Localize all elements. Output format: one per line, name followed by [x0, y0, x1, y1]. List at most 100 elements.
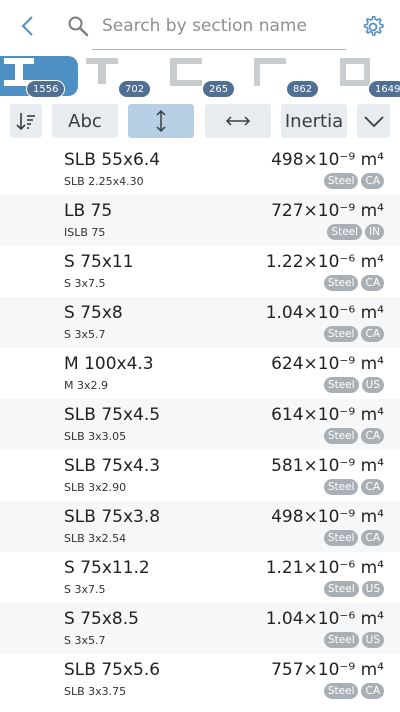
t-section-icon [86, 58, 118, 84]
section-name: SLB 75x4.5 [64, 405, 161, 425]
section-name: SLB 75x4.3 [64, 456, 161, 476]
material-tag: Steel [323, 530, 359, 546]
section-name: SLB 75x3.8 [64, 507, 161, 527]
section-alias: SLB 3x3.75 [64, 685, 127, 698]
material-tag: Steel [323, 428, 359, 444]
list-item[interactable]: S 75x11 S 3x7.5 1.22×10⁻⁶ m⁴ Steel CA [0, 246, 400, 297]
inertia-value: 581×10⁻⁹ m⁴ [271, 456, 384, 476]
back-arrow-icon [21, 16, 33, 36]
section-list: SLB 55x6.4 SLB 2.25x4.30 498×10⁻⁹ m⁴ Ste… [0, 144, 400, 705]
inertia-value: 727×10⁻⁹ m⁴ [271, 201, 384, 221]
inertia-value: 614×10⁻⁹ m⁴ [271, 405, 384, 425]
back-button[interactable] [14, 12, 42, 40]
country-tag: CA [361, 683, 384, 699]
section-alias: S 3x7.5 [64, 277, 106, 290]
sort-toolbar: Abc Inertia [0, 104, 400, 140]
sort-by-name-label: Abc [68, 110, 102, 132]
sort-order-button[interactable] [10, 104, 42, 138]
vertical-arrows-icon [156, 109, 166, 133]
material-tag: Steel [323, 326, 359, 342]
section-alias: S 3x5.7 [64, 634, 106, 647]
country-tag: IN [365, 224, 384, 240]
list-item[interactable]: M 100x4.3 M 3x2.9 624×10⁻⁹ m⁴ Steel US [0, 348, 400, 399]
shape-tab-hollow[interactable]: 1649 [326, 56, 400, 98]
angle-icon [254, 58, 286, 86]
section-alias: S 3x7.5 [64, 583, 106, 596]
country-tag: CA [361, 428, 384, 444]
list-item[interactable]: S 75x11.2 S 3x7.5 1.21×10⁻⁶ m⁴ Steel US [0, 552, 400, 603]
top-bar [0, 0, 400, 56]
inertia-value: 1.21×10⁻⁶ m⁴ [265, 558, 384, 578]
section-name: S 75x8 [64, 303, 123, 323]
shape-count-badge: 1649 [368, 80, 400, 98]
horizontal-axis-toggle[interactable] [205, 104, 271, 138]
section-name: SLB 75x5.6 [64, 660, 161, 680]
shape-count-badge: 265 [202, 80, 236, 98]
material-tag: Steel [324, 632, 359, 648]
property-label: Inertia [284, 110, 344, 132]
section-name: LB 75 [64, 201, 113, 221]
list-item[interactable]: LB 75 ISLB 75 727×10⁻⁹ m⁴ Steel IN [0, 195, 400, 246]
material-tag: Steel [323, 173, 359, 189]
search-underline [92, 49, 346, 50]
country-tag: CA [361, 173, 384, 189]
gear-icon [363, 15, 384, 36]
list-item[interactable]: S 75x8 S 3x5.7 1.04×10⁻⁶ m⁴ Steel CA [0, 297, 400, 348]
shape-tab-channel[interactable]: 265 [160, 56, 238, 98]
list-item[interactable]: SLB 75x4.3 SLB 3x2.90 581×10⁻⁹ m⁴ Steel C… [0, 450, 400, 501]
section-shape-tabs: 1556 702 265 862 1649 [0, 56, 400, 100]
inertia-value: 757×10⁻⁹ m⁴ [271, 660, 384, 680]
shape-count-badge: 1556 [26, 80, 66, 98]
list-item[interactable]: SLB 55x6.4 SLB 2.25x4.30 498×10⁻⁹ m⁴ Ste… [0, 144, 400, 195]
material-tag: Steel [323, 479, 359, 495]
inertia-value: 1.04×10⁻⁶ m⁴ [265, 609, 384, 629]
country-tag: US [361, 632, 384, 648]
shape-tab-angle[interactable]: 862 [244, 56, 322, 98]
section-alias: ISLB 75 [64, 226, 106, 239]
section-alias: SLB 3x3.05 [64, 430, 127, 443]
horizontal-arrows-icon [225, 116, 251, 126]
section-name: M 100x4.3 [64, 354, 154, 374]
material-tag: Steel [324, 581, 359, 597]
settings-button[interactable] [358, 12, 388, 42]
inertia-value: 1.04×10⁻⁶ m⁴ [265, 303, 384, 323]
material-tag: Steel [323, 683, 359, 699]
section-name: S 75x11.2 [64, 558, 150, 578]
channel-icon [170, 58, 202, 86]
country-tag: CA [361, 530, 384, 546]
shape-tab-t-section[interactable]: 702 [80, 56, 158, 98]
section-alias: SLB 2.25x4.30 [64, 175, 144, 188]
list-item[interactable]: SLB 75x4.5 SLB 3x3.05 614×10⁻⁹ m⁴ Steel C… [0, 399, 400, 450]
property-selector-button[interactable]: Inertia [281, 104, 347, 138]
sort-by-name-button[interactable]: Abc [52, 104, 118, 138]
section-alias: M 3x2.9 [64, 379, 108, 392]
country-tag: CA [361, 479, 384, 495]
list-item[interactable]: SLB 75x3.8 SLB 3x2.54 498×10⁻⁹ m⁴ Steel C… [0, 501, 400, 552]
material-tag: Steel [327, 224, 363, 240]
section-name: S 75x11 [64, 252, 134, 272]
shape-tab-i-beam[interactable]: 1556 [0, 56, 78, 98]
country-tag: US [361, 377, 384, 393]
section-alias: S 3x5.7 [64, 328, 106, 341]
country-tag: CA [361, 326, 384, 342]
shape-count-badge: 702 [118, 80, 152, 98]
vertical-axis-toggle[interactable] [128, 104, 194, 138]
shape-count-badge: 862 [286, 80, 320, 98]
section-name: S 75x8.5 [64, 609, 139, 629]
sort-icon [16, 113, 35, 131]
inertia-value: 1.22×10⁻⁶ m⁴ [265, 252, 384, 272]
section-alias: SLB 3x2.90 [64, 481, 127, 494]
list-item[interactable]: SLB 75x5.6 SLB 3x3.75 757×10⁻⁹ m⁴ Steel C… [0, 654, 400, 705]
search-icon [68, 16, 89, 37]
material-tag: Steel [324, 377, 359, 393]
section-name: SLB 55x6.4 [64, 150, 161, 170]
chevron-down-icon [363, 116, 384, 128]
list-item[interactable]: S 75x8.5 S 3x5.7 1.04×10⁻⁶ m⁴ Steel US [0, 603, 400, 654]
country-tag: US [361, 581, 384, 597]
search-input[interactable] [96, 8, 346, 44]
country-tag: CA [361, 275, 384, 291]
section-alias: SLB 3x2.54 [64, 532, 127, 545]
inertia-value: 624×10⁻⁹ m⁴ [271, 354, 384, 374]
property-dropdown-button[interactable] [357, 104, 390, 138]
inertia-value: 498×10⁻⁹ m⁴ [271, 150, 384, 170]
